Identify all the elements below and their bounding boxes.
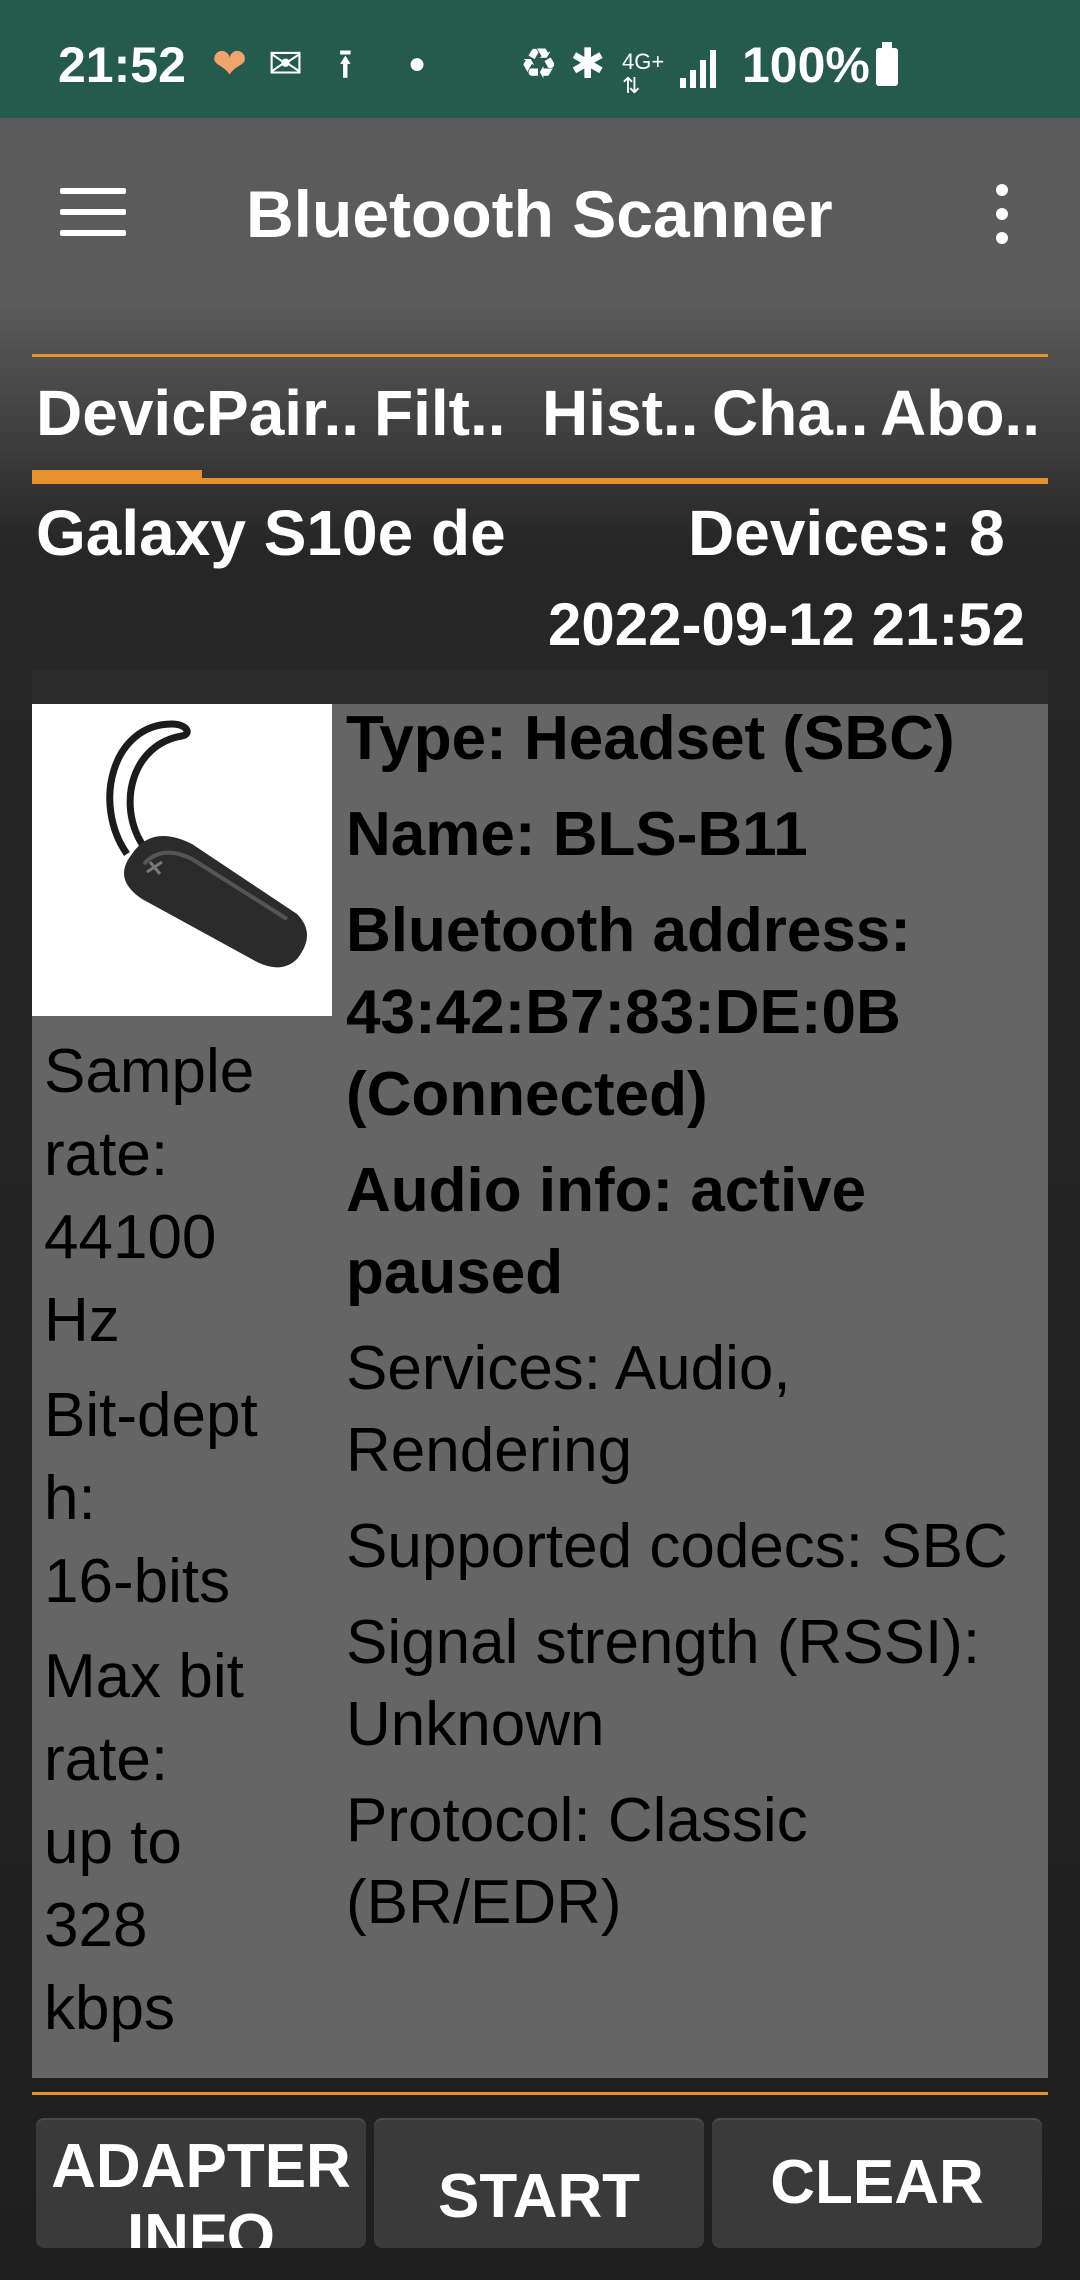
signal-icon	[680, 48, 720, 88]
tab-devices[interactable]: Devic	[36, 376, 204, 450]
more-options-icon[interactable]	[996, 184, 1008, 244]
sample-rate-unit: Hz	[44, 1286, 120, 1355]
start-button[interactable]: START	[374, 2118, 704, 2248]
hamburger-menu-icon[interactable]	[60, 188, 126, 236]
max-bit-rate-value: up to	[44, 1808, 182, 1877]
device-name: Name: BLS-B11	[346, 800, 808, 869]
protocol: Protocol: Classic (BR/EDR)	[346, 1786, 808, 1937]
battery-icon	[876, 42, 898, 86]
4g-plus-icon: 4G+ ⇅	[622, 49, 665, 98]
divider	[32, 478, 1048, 484]
main-content: Devic Pair.. Filt.. Hist.. Cha.. Abo.. G…	[0, 308, 1080, 2280]
sample-rate-label: Sample	[44, 1037, 255, 1106]
max-bit-rate-label: Max bit	[44, 1642, 244, 1711]
app-bar: Bluetooth Scanner	[0, 118, 1080, 308]
tab-charts[interactable]: Cha..	[712, 376, 872, 450]
battery-saver-icon: ♻	[520, 40, 558, 87]
divider	[32, 354, 1048, 357]
device-details: Type: Headset (SBC) Name: BLS-B11 Blueto…	[346, 698, 1046, 1958]
audio-specs: Sample rate: 44100 Hz Bit-dept h: 16-bit…	[44, 1030, 334, 2050]
max-bit-rate-label: rate:	[44, 1725, 169, 1794]
bit-depth-label: h:	[44, 1464, 96, 1533]
scan-timestamp: 2022-09-12 21:52	[548, 591, 1026, 658]
divider	[32, 2092, 1048, 2095]
mail-icon: ✉	[268, 40, 304, 87]
tab-indicator	[32, 470, 202, 478]
tab-history[interactable]: Hist..	[542, 376, 712, 450]
sample-rate-label: rate:	[44, 1120, 169, 1189]
tab-filter[interactable]: Filt..	[374, 376, 534, 450]
heart-rate-icon: ❤	[212, 40, 248, 87]
headset-image	[32, 704, 332, 1016]
upload-icon: ⭱	[338, 40, 353, 87]
bluetooth-icon: ✱	[570, 40, 606, 87]
sample-rate-value: 44100	[44, 1203, 217, 1272]
device-type: Type: Headset (SBC)	[346, 704, 955, 773]
bluetooth-address: Bluetooth address: 43:42:B7:83:DE:0B (Co…	[346, 896, 911, 1129]
tab-bar: Devic Pair.. Filt.. Hist.. Cha.. Abo..	[32, 358, 1048, 478]
bit-depth-label: Bit-dept	[44, 1381, 258, 1450]
max-bit-rate-value: 328	[44, 1891, 148, 1960]
device-count: Devices: 8	[688, 497, 1005, 569]
battery-percent: 100%	[742, 37, 870, 93]
status-bar: 21:52 ❤ ✉ ⭱ ● ♻ ✱ 4G+ ⇅ 100%	[0, 0, 1080, 118]
start-label: START	[437, 2162, 641, 2231]
clear-label: CLEAR	[770, 2148, 984, 2217]
tab-about[interactable]: Abo..	[880, 376, 1048, 450]
signal-strength: Signal strength (RSSI): Unknown	[346, 1608, 981, 1759]
services: Services: Audio, Rendering	[346, 1334, 791, 1485]
audio-info: Audio info: active paused	[346, 1156, 867, 1307]
status-time: 21:52	[58, 37, 186, 93]
supported-codecs: Supported codecs: SBC	[346, 1512, 1008, 1581]
dot-icon: ●	[408, 47, 427, 80]
clear-button[interactable]: CLEAR	[712, 2118, 1042, 2248]
bit-depth-value: 16-bits	[44, 1547, 231, 1616]
device-card[interactable]: Sample rate: 44100 Hz Bit-dept h: 16-bit…	[32, 670, 1048, 2078]
adapter-info-label: ADAPTER INFO	[51, 2132, 351, 2248]
local-device-name: Galaxy S10e de	[36, 497, 506, 569]
tab-paired[interactable]: Pair..	[206, 376, 376, 450]
max-bit-rate-unit: kbps	[44, 1974, 175, 2043]
adapter-info-button[interactable]: ADAPTER INFO	[36, 2118, 366, 2248]
app-title: Bluetooth Scanner	[246, 177, 833, 251]
